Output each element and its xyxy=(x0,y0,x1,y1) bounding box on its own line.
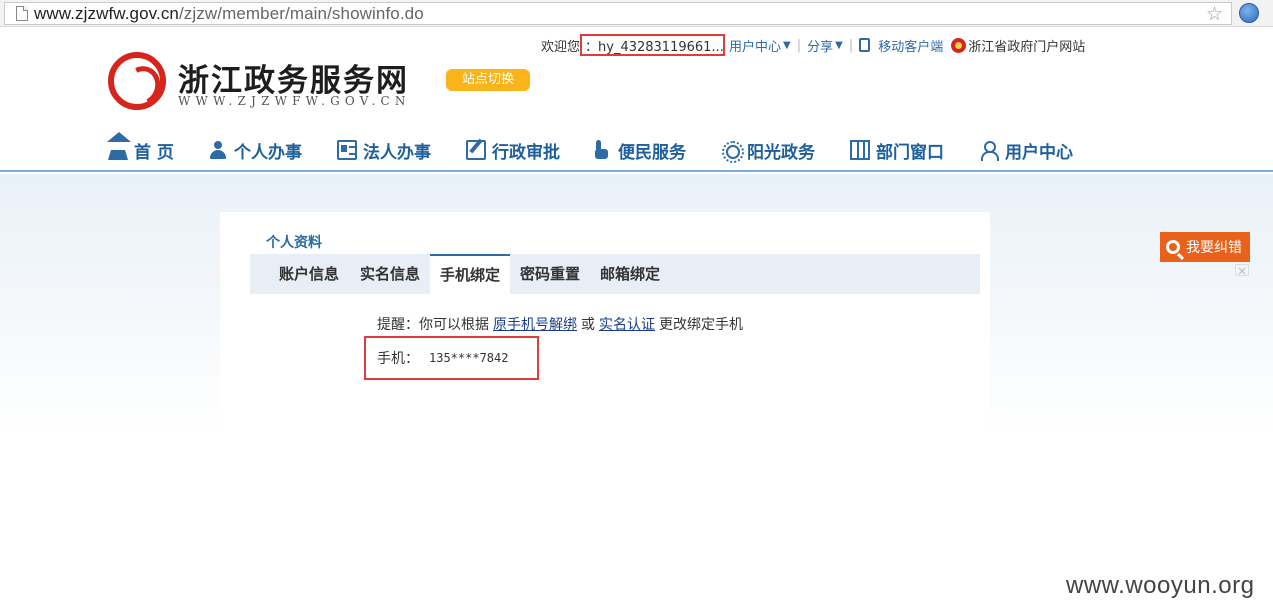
nav-public-service[interactable]: 便民服务 xyxy=(592,138,686,163)
unbind-phone-link[interactable]: 原手机号解绑 xyxy=(493,317,577,333)
gov-portal-link[interactable]: 浙江省政府门户网站 xyxy=(951,36,1085,55)
tab-password-reset[interactable]: 密码重置 xyxy=(520,254,580,294)
username[interactable]: ：hy_43283119661... xyxy=(580,34,726,56)
divider: | xyxy=(848,37,854,53)
user-center-link[interactable]: 用户中心 ▼ xyxy=(729,36,791,55)
phone-label: 手机： xyxy=(377,351,419,367)
hint-or: 或 xyxy=(581,317,595,333)
tab-email-binding[interactable]: 邮箱绑定 xyxy=(600,254,660,294)
divider: | xyxy=(796,37,802,53)
share-link[interactable]: 分享 ▼ xyxy=(807,36,843,55)
site-switch-button[interactable]: 站点切换 xyxy=(446,69,530,91)
watermark: www.wooyun.org xyxy=(1066,572,1255,599)
sun-icon xyxy=(721,140,744,163)
url-path: /zjzw/member/main/showinfo.do xyxy=(178,3,424,23)
nav-admin-approval[interactable]: 行政审批 xyxy=(466,138,560,163)
tab-account-info[interactable]: 账户信息 xyxy=(279,254,339,294)
national-emblem-icon xyxy=(951,37,967,53)
chevron-down-icon: ▼ xyxy=(835,39,843,51)
bookmark-star-icon[interactable]: ☆ xyxy=(1206,3,1223,25)
panel-title: 个人资料 xyxy=(266,235,322,251)
chevron-down-icon: ▼ xyxy=(783,39,791,51)
search-icon xyxy=(1166,240,1180,254)
home-icon xyxy=(107,132,131,160)
hand-icon xyxy=(592,140,612,160)
hint-prefix: 提醒：你可以根据 xyxy=(377,317,489,333)
close-icon[interactable]: × xyxy=(1235,264,1249,277)
page-icon xyxy=(16,6,28,21)
edit-icon xyxy=(466,140,486,160)
hint-suffix: 更改绑定手机 xyxy=(659,317,743,333)
user-center-label: 用户中心 xyxy=(729,39,782,55)
site-logo-icon[interactable] xyxy=(108,52,166,110)
gov-portal-label: 浙江省政府门户网站 xyxy=(968,39,1086,55)
nav-personal[interactable]: 个人办事 xyxy=(208,138,302,163)
nav-label: 部门窗口 xyxy=(876,142,944,163)
binding-hint: 提醒：你可以根据 原手机号解绑或实名认证 更改绑定手机 xyxy=(377,314,743,334)
tab-phone-binding[interactable]: 手机绑定 xyxy=(430,254,510,294)
tab-realname-info[interactable]: 实名信息 xyxy=(360,254,420,294)
browser-toolbar: www.zjzwfw.gov.cn/zjzw/member/main/showi… xyxy=(0,0,1273,27)
site-domain: WWW.ZJZWFW.GOV.CN xyxy=(178,94,411,108)
welcome-text: 欢迎您 xyxy=(541,39,581,55)
share-label: 分享 xyxy=(807,39,834,55)
mobile-client-label: 移动客户端 xyxy=(878,39,944,55)
report-error-button[interactable]: 我要纠错 xyxy=(1160,232,1250,262)
profile-tabs: 账户信息 实名信息 手机绑定 密码重置 邮箱绑定 xyxy=(250,254,980,294)
mobile-icon xyxy=(859,38,871,52)
url-text[interactable]: www.zjzwfw.gov.cn/zjzw/member/main/showi… xyxy=(34,4,424,24)
nav-user-center[interactable]: 用户中心 xyxy=(979,138,1073,163)
main-nav: 首 页 个人办事 法人办事 行政审批 便民服务 阳光政务 部门窗口 用户中心 xyxy=(0,128,1273,172)
address-bar[interactable]: www.zjzwfw.gov.cn/zjzw/member/main/showi… xyxy=(4,2,1232,25)
nav-label: 阳光政务 xyxy=(747,142,815,163)
bound-phone: 手机： 135****7842 xyxy=(364,336,539,380)
building-icon xyxy=(850,140,870,160)
id-card-icon xyxy=(337,140,357,160)
phone-value: 135****7842 xyxy=(429,351,509,365)
realname-auth-link[interactable]: 实名认证 xyxy=(599,317,655,333)
nav-label: 首 页 xyxy=(134,142,174,163)
url-host: www.zjzwfw.gov.cn xyxy=(34,3,179,23)
nav-home[interactable]: 首 页 xyxy=(107,132,174,163)
nav-open-government[interactable]: 阳光政务 xyxy=(721,138,815,163)
nav-label: 用户中心 xyxy=(1005,142,1073,163)
nav-label: 法人办事 xyxy=(363,142,431,163)
nav-legal-entity[interactable]: 法人办事 xyxy=(337,138,431,163)
browser-menu-icon[interactable] xyxy=(1239,3,1259,23)
top-links: 欢迎您 ：hy_43283119661... 用户中心 ▼ | 分享 ▼ | 移动客… xyxy=(541,34,1085,56)
report-error-label: 我要纠错 xyxy=(1186,240,1242,256)
nav-label: 行政审批 xyxy=(492,142,560,163)
nav-label: 个人办事 xyxy=(234,142,302,163)
person-icon xyxy=(208,140,228,160)
user-icon xyxy=(979,140,999,161)
mobile-client-link[interactable]: 移动客户端 xyxy=(859,36,943,55)
nav-department[interactable]: 部门窗口 xyxy=(850,138,944,163)
nav-label: 便民服务 xyxy=(618,142,686,163)
